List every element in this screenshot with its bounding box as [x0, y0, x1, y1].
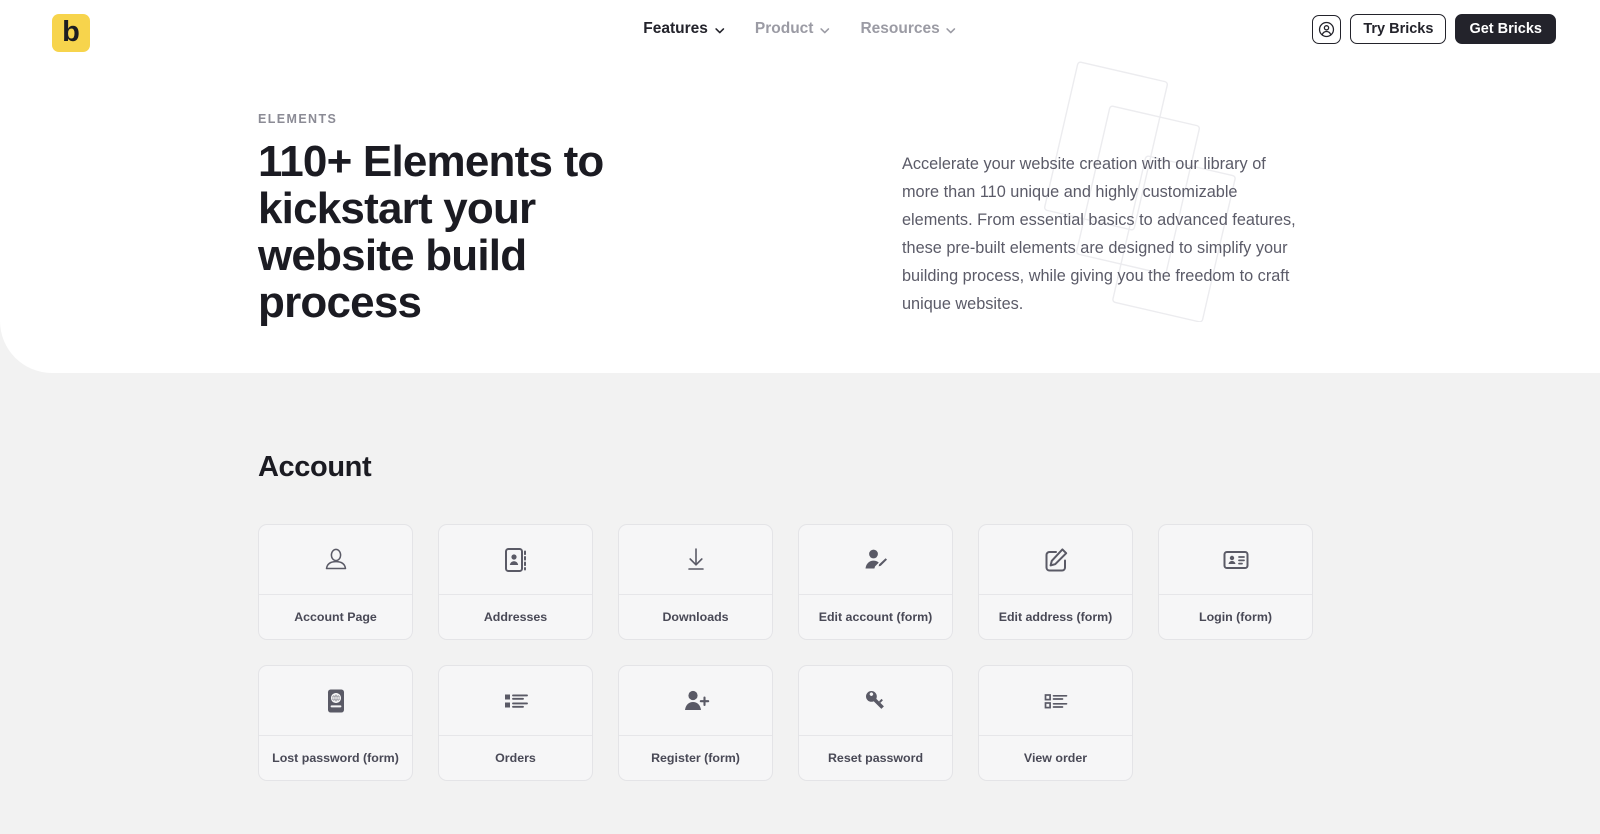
nav-item-label: Product: [754, 20, 814, 37]
chevron-down-icon: [714, 25, 725, 36]
page-title: 110+ Elements to kickstart your website …: [258, 137, 604, 327]
logo-letter: b: [62, 15, 80, 48]
user-edit-icon: [799, 525, 952, 595]
nav-item-product[interactable]: Product: [755, 20, 831, 38]
card-register[interactable]: Register (form): [618, 665, 773, 781]
user-plus-icon: [619, 666, 772, 736]
element-card-grid: Account Page Addresses Downloads Edit ac…: [258, 524, 1343, 781]
card-account-page[interactable]: Account Page: [258, 524, 413, 640]
section-title: Account: [258, 451, 372, 483]
id-card-icon: [1159, 525, 1312, 595]
card-label: Edit address (form): [998, 609, 1113, 624]
brand-logo[interactable]: b: [52, 14, 90, 52]
nav-item-label: Resources: [860, 20, 940, 37]
card-label: Downloads: [662, 609, 729, 624]
hero-section: b Features Product Resources Try Bricks …: [0, 0, 1600, 373]
list-outline-icon: [979, 666, 1132, 736]
list-filled-icon: [439, 666, 592, 736]
account-section: Account Account Page Addresses Downloads…: [0, 373, 1600, 781]
get-bricks-button[interactable]: Get Bricks: [1455, 14, 1556, 44]
hero-eyebrow: ELEMENTS: [258, 112, 338, 126]
user-outline-icon: [259, 525, 412, 595]
nav-links: Features Product Resources: [643, 20, 956, 38]
download-icon: [619, 525, 772, 595]
top-navigation: b Features Product Resources Try Bricks …: [0, 0, 1600, 68]
card-label: Lost password (form): [272, 750, 399, 765]
hero-description: Accelerate your website creation with ou…: [902, 155, 1296, 313]
chevron-down-icon: [819, 25, 830, 36]
nav-item-resources[interactable]: Resources: [860, 20, 956, 38]
card-edit-account[interactable]: Edit account (form): [798, 524, 953, 640]
nav-actions: Try Bricks Get Bricks: [1312, 14, 1556, 44]
user-circle-icon: [1319, 21, 1335, 37]
card-login[interactable]: Login (form): [1158, 524, 1313, 640]
try-bricks-button[interactable]: Try Bricks: [1350, 14, 1447, 44]
nav-item-label: Features: [643, 20, 708, 37]
card-label: Register (form): [651, 750, 740, 765]
hero-left: ELEMENTS 110+ Elements to kickstart your…: [258, 112, 858, 326]
card-label: Login (form): [1199, 609, 1272, 624]
card-lost-password[interactable]: Lost password (form): [258, 665, 413, 781]
card-label: Edit account (form): [818, 609, 933, 624]
hero-content: ELEMENTS 110+ Elements to kickstart your…: [258, 112, 1558, 326]
account-button[interactable]: [1312, 14, 1342, 44]
card-label: Account Page: [294, 609, 377, 624]
card-edit-address[interactable]: Edit address (form): [978, 524, 1133, 640]
card-orders[interactable]: Orders: [438, 665, 593, 781]
passport-globe-icon: [259, 666, 412, 736]
key-icon: [799, 666, 952, 736]
hero-right: Accelerate your website creation with ou…: [902, 112, 1304, 326]
card-label: Reset password: [827, 750, 924, 765]
card-downloads[interactable]: Downloads: [618, 524, 773, 640]
card-label: Orders: [495, 750, 536, 765]
card-label: View order: [1023, 750, 1088, 765]
nav-item-features[interactable]: Features: [643, 20, 725, 38]
card-label: Addresses: [483, 609, 548, 624]
card-addresses[interactable]: Addresses: [438, 524, 593, 640]
card-view-order[interactable]: View order: [978, 665, 1133, 781]
card-reset-password[interactable]: Reset password: [798, 665, 953, 781]
square-pencil-icon: [979, 525, 1132, 595]
address-book-icon: [439, 525, 592, 595]
chevron-down-icon: [946, 25, 957, 36]
